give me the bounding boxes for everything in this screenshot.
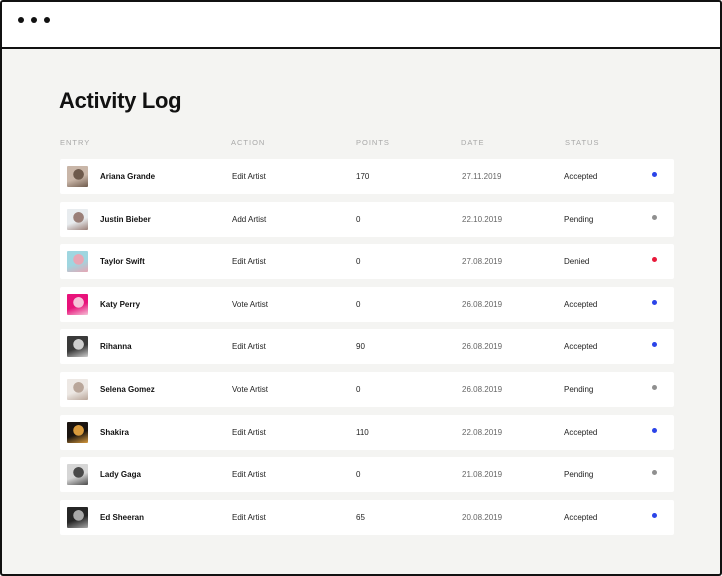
status-dot-icon [652, 513, 657, 518]
action-text: Edit Artist [232, 342, 266, 351]
table-row[interactable]: Taylor Swift Edit Artist 0 27.08.2019 Denied [60, 244, 674, 279]
artist-avatar [67, 251, 88, 272]
table-row[interactable]: Katy Perry Vote Artist 0 26.08.2019 Accepted [60, 287, 674, 322]
date-text: 26.08.2019 [462, 385, 503, 394]
status-dot-icon [652, 300, 657, 305]
table-row[interactable]: Selena Gomez Vote Artist 0 26.08.2019 Pendin… [60, 372, 674, 407]
window-controls [18, 17, 50, 23]
artist-avatar [67, 166, 88, 187]
column-header-entry: ENTRY [60, 138, 91, 147]
table-row[interactable]: Lady Gaga Edit Artist 0 21.08.2019 Pending [60, 457, 674, 492]
table-row[interactable]: Ariana Grande Edit Artist 170 27.11.2019 Acc… [60, 159, 674, 194]
action-text: Vote Artist [232, 385, 269, 394]
date-text: 27.11.2019 [462, 172, 502, 181]
status-dot-icon [652, 470, 657, 475]
points-value: 0 [356, 215, 361, 224]
entry-name: Shakira [100, 428, 129, 437]
page-title: Activity Log [59, 88, 182, 113]
date-text: 20.08.2019 [462, 513, 503, 522]
status-dot-icon [652, 215, 657, 220]
status-text: Accepted [564, 300, 598, 309]
title-bar [2, 2, 720, 49]
entry-name: Selena Gomez [100, 385, 155, 394]
artist-avatar [67, 507, 88, 528]
entry-name: Ariana Grande [100, 172, 156, 181]
action-text: Add Artist [232, 215, 267, 224]
artist-avatar [67, 464, 88, 485]
status-dot-icon [652, 428, 657, 433]
points-value: 170 [356, 172, 370, 181]
window-dot-icon[interactable] [31, 17, 37, 23]
action-text: Edit Artist [232, 257, 266, 266]
action-text: Vote Artist [232, 300, 269, 309]
action-text: Edit Artist [232, 470, 266, 479]
action-text: Edit Artist [232, 172, 266, 181]
status-text: Pending [564, 385, 594, 394]
points-value: 0 [356, 257, 361, 266]
date-text: 26.08.2019 [462, 300, 503, 309]
status-text: Accepted [564, 342, 598, 351]
artist-avatar [67, 294, 88, 315]
date-text: 21.08.2019 [462, 470, 503, 479]
table-row[interactable]: Ed Sheeran Edit Artist 65 20.08.2019 Accepte… [60, 500, 674, 535]
column-header-status: STATUS [565, 138, 600, 147]
status-dot-icon [652, 385, 657, 390]
window-dot-icon[interactable] [18, 17, 24, 23]
entry-name: Taylor Swift [100, 257, 145, 266]
date-text: 22.08.2019 [462, 428, 503, 437]
points-value: 65 [356, 513, 365, 522]
status-text: Accepted [564, 513, 598, 522]
status-text: Pending [564, 470, 594, 479]
status-dot-icon [652, 342, 657, 347]
table-row[interactable]: Justin Bieber Add Artist 0 22.10.2019 Pendin… [60, 202, 674, 237]
points-value: 0 [356, 385, 361, 394]
artist-avatar [67, 209, 88, 230]
status-text: Accepted [564, 428, 598, 437]
action-text: Edit Artist [232, 428, 266, 437]
status-text: Accepted [564, 172, 598, 181]
points-value: 110 [356, 428, 369, 437]
points-value: 90 [356, 342, 365, 351]
artist-avatar [67, 379, 88, 400]
entry-name: Ed Sheeran [100, 513, 145, 522]
date-text: 27.08.2019 [462, 257, 503, 266]
artist-avatar [67, 422, 88, 443]
date-text: 26.08.2019 [462, 342, 503, 351]
app-window: Activity Log ENTRY ACTION POINTS DATE ST… [0, 0, 722, 576]
entry-name: Katy Perry [100, 300, 141, 309]
status-text: Pending [564, 215, 594, 224]
table-row[interactable]: Shakira Edit Artist 110 22.08.2019 Accepted [60, 415, 674, 450]
artist-avatar [67, 336, 88, 357]
action-text: Edit Artist [232, 513, 266, 522]
status-dot-icon [652, 172, 657, 177]
date-text: 22.10.2019 [462, 215, 503, 224]
status-text: Denied [564, 257, 590, 266]
entry-name: Rihanna [100, 342, 132, 351]
column-header-date: DATE [461, 138, 485, 147]
table-header: ENTRY ACTION POINTS DATE STATUS [60, 138, 674, 150]
entry-name: Lady Gaga [100, 470, 141, 479]
column-header-action: ACTION [231, 138, 266, 147]
points-value: 0 [356, 300, 361, 309]
status-dot-icon [652, 257, 657, 262]
points-value: 0 [356, 470, 361, 479]
column-header-points: POINTS [356, 138, 390, 147]
entry-name: Justin Bieber [100, 215, 151, 224]
window-dot-icon[interactable] [44, 17, 50, 23]
table-row[interactable]: Rihanna Edit Artist 90 26.08.2019 Accepted [60, 329, 674, 364]
